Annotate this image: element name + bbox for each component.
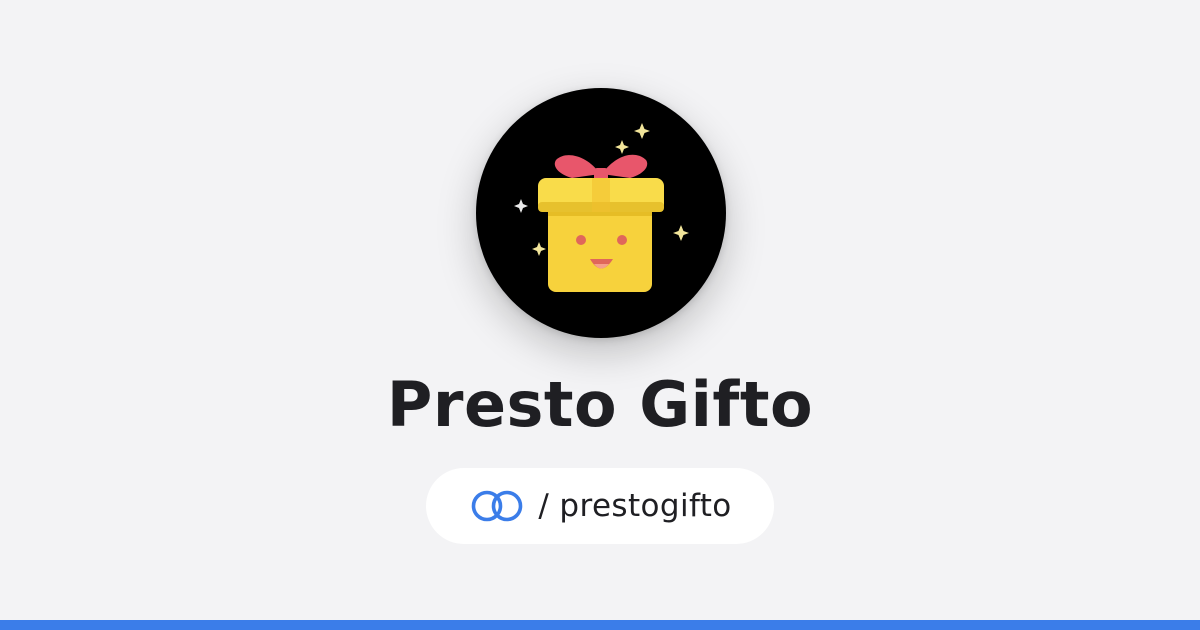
smiling-gift-box-icon — [514, 123, 689, 292]
profile-handle-badge[interactable]: / prestogifto — [426, 468, 774, 544]
profile-display-name: Presto Gifto — [386, 368, 814, 441]
profile-avatar — [476, 88, 726, 338]
profile-handle: / prestogifto — [538, 488, 732, 524]
share-card: Presto Gifto / prestogifto — [0, 0, 1200, 630]
linked-rings-logo-icon — [468, 489, 526, 523]
bottom-accent-bar — [0, 620, 1200, 630]
